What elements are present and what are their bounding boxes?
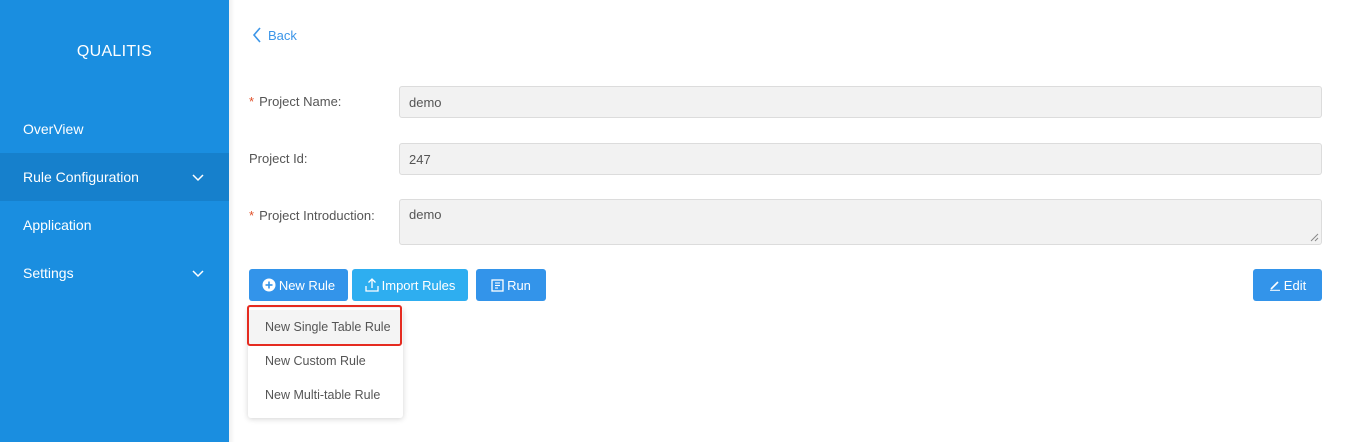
sidebar-item-label: Settings bbox=[23, 265, 74, 281]
back-label: Back bbox=[268, 27, 297, 43]
plus-circle-icon bbox=[262, 278, 276, 292]
new-rule-button[interactable]: New Rule bbox=[249, 269, 348, 301]
menu-item-label: New Custom Rule bbox=[265, 354, 366, 368]
project-id-field[interactable]: 247 bbox=[399, 143, 1322, 175]
project-name-value: demo bbox=[409, 94, 442, 110]
project-id-label: Project Id: bbox=[249, 151, 308, 166]
run-icon bbox=[491, 278, 504, 292]
sidebar: QUALITIS OverView Rule Configuration App… bbox=[0, 0, 229, 442]
sidebar-item-rule-configuration[interactable]: Rule Configuration bbox=[0, 153, 229, 201]
back-link[interactable]: Back bbox=[252, 27, 297, 43]
new-rule-label: New Rule bbox=[278, 277, 336, 293]
edit-label: Edit bbox=[1283, 277, 1307, 293]
project-introduction-field[interactable]: demo bbox=[399, 199, 1322, 245]
required-marker: * bbox=[249, 208, 255, 223]
sidebar-item-label: OverView bbox=[23, 121, 84, 137]
chevron-left-icon bbox=[252, 27, 261, 43]
menu-item-new-custom-rule[interactable]: New Custom Rule bbox=[248, 344, 403, 378]
sidebar-item-label: Application bbox=[23, 217, 92, 233]
project-name-field[interactable]: demo bbox=[399, 86, 1322, 118]
chevron-down-icon bbox=[192, 174, 204, 182]
menu-item-label: New Single Table Rule bbox=[265, 320, 391, 334]
project-id-value: 247 bbox=[409, 151, 431, 167]
project-introduction-value: demo bbox=[409, 207, 442, 222]
project-introduction-label: * Project Introduction: bbox=[249, 208, 375, 223]
project-name-label: * Project Name: bbox=[249, 94, 342, 109]
sidebar-shadow bbox=[229, 0, 235, 442]
new-rule-dropdown: New Single Table Rule New Custom Rule Ne… bbox=[248, 308, 403, 418]
menu-item-new-single-table-rule[interactable]: New Single Table Rule bbox=[248, 310, 403, 344]
import-rules-button[interactable]: Import Rules bbox=[352, 269, 468, 301]
pencil-icon bbox=[1269, 281, 1280, 291]
app-brand: QUALITIS bbox=[76, 43, 153, 60]
sidebar-item-settings[interactable]: Settings bbox=[0, 249, 229, 297]
sidebar-item-overview[interactable]: OverView bbox=[0, 105, 229, 153]
required-marker: * bbox=[249, 94, 255, 109]
run-label: Run bbox=[507, 277, 531, 293]
sidebar-item-application[interactable]: Application bbox=[0, 201, 229, 249]
import-rules-label: Import Rules bbox=[381, 277, 456, 293]
menu-item-label: New Multi-table Rule bbox=[265, 388, 381, 402]
run-button[interactable]: Run bbox=[476, 269, 546, 301]
edit-button[interactable]: Edit bbox=[1253, 269, 1322, 301]
sidebar-item-label: Rule Configuration bbox=[23, 169, 139, 185]
upload-icon bbox=[364, 278, 379, 292]
menu-item-new-multi-table-rule[interactable]: New Multi-table Rule bbox=[248, 378, 403, 412]
resize-grip-icon[interactable] bbox=[1310, 233, 1319, 242]
chevron-down-icon bbox=[192, 270, 204, 278]
